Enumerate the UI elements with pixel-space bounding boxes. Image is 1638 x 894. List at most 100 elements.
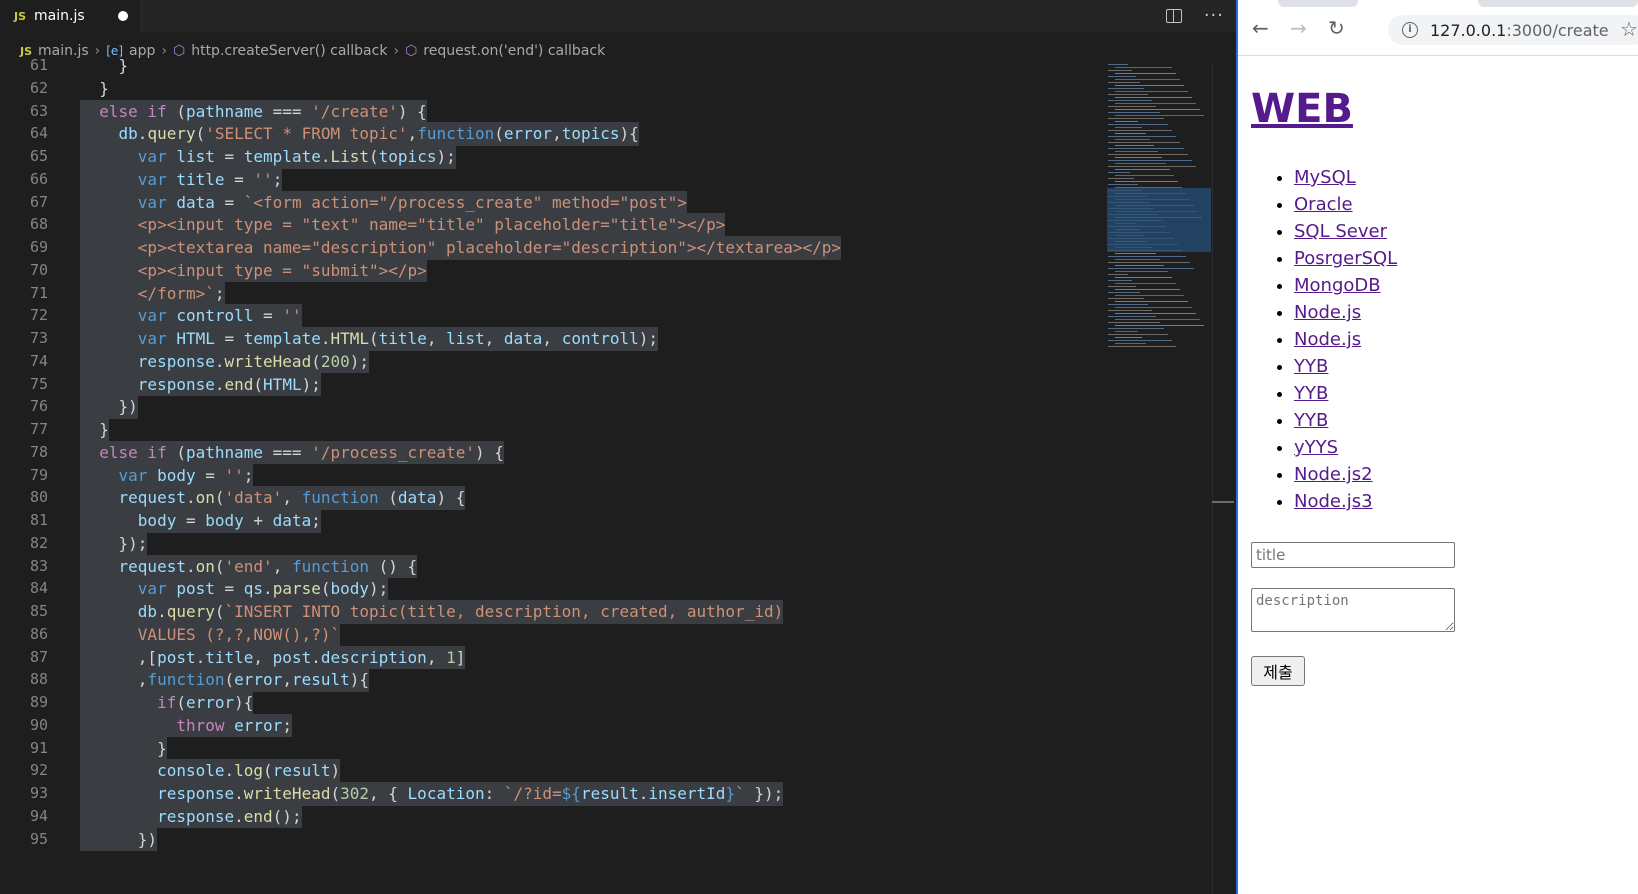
code-text: request.on('end', function () { xyxy=(80,554,418,579)
code-line[interactable]: 68 <p><input type = "text" name="title" … xyxy=(0,213,1100,237)
topic-link[interactable]: YYB xyxy=(1294,383,1328,404)
code-text: else if (pathname === '/create') { xyxy=(80,99,427,124)
topic-link[interactable]: SQL Sever xyxy=(1294,221,1387,242)
minimap-line xyxy=(1108,100,1152,101)
code-line[interactable]: 76 }) xyxy=(0,395,1100,419)
bookmark-star-icon[interactable]: ☆ xyxy=(1620,17,1638,41)
more-actions-icon[interactable]: ··· xyxy=(1204,7,1224,25)
code-text: } xyxy=(80,418,109,442)
code-line[interactable]: 94 response.end(); xyxy=(0,804,1100,829)
code-line[interactable]: 85 db.query(`INSERT INTO topic(title, de… xyxy=(0,600,1100,624)
vertical-scrollbar[interactable] xyxy=(1212,64,1227,894)
minimap-line xyxy=(1115,319,1200,320)
topic-link[interactable]: Node.js3 xyxy=(1294,491,1373,512)
line-number: 76 xyxy=(29,397,48,416)
minimap-line xyxy=(1108,172,1130,173)
code-line[interactable]: 89 if(error){ xyxy=(0,691,1100,715)
topic-link[interactable]: MySQL xyxy=(1294,167,1356,188)
title-input[interactable] xyxy=(1251,542,1455,568)
code-line[interactable]: 78 else if (pathname === '/process_creat… xyxy=(0,440,1100,465)
description-textarea[interactable] xyxy=(1251,588,1455,632)
minimap-line xyxy=(1108,304,1148,305)
topic-list: MySQL Oracle SQL Sever PosrgerSQL MongoDB Nod… xyxy=(1262,164,1397,515)
home-link[interactable]: WEB xyxy=(1251,86,1353,132)
code-line[interactable]: 80 request.on('data', function (data) { xyxy=(0,486,1100,510)
code-text: }); xyxy=(80,531,148,556)
topic-link[interactable]: Node.js xyxy=(1294,329,1361,350)
code-line[interactable]: 87 ,[post.title, post.description, 1] xyxy=(0,645,1100,670)
code-line[interactable]: 65 var list = template.List(topics); xyxy=(0,145,1100,169)
code-line[interactable]: 70 <p><input type = "submit"></p> xyxy=(0,258,1100,283)
topic-item: Node.js xyxy=(1294,326,1397,353)
code-line[interactable]: 69 <p><textarea name="description" place… xyxy=(0,236,1100,260)
code-line[interactable]: 62 } xyxy=(0,77,1100,101)
browser-tab[interactable] xyxy=(1478,0,1638,7)
code-editor[interactable]: JS main.js ··· JS main.js › [e] app › ⬡ … xyxy=(0,0,1236,894)
code-line[interactable]: 93 response.writeHead(302, { Location: `… xyxy=(0,782,1100,806)
editor-actions: ··· xyxy=(1165,0,1224,32)
code-line[interactable]: 84 var post = qs.parse(body); xyxy=(0,577,1100,601)
code-line[interactable]: 74 response.writeHead(200); xyxy=(0,349,1100,374)
minimap-viewport[interactable] xyxy=(1107,188,1211,252)
minimap-line xyxy=(1115,145,1154,146)
line-number: 94 xyxy=(29,806,48,825)
tab-main-js[interactable]: JS main.js xyxy=(0,0,140,32)
minimap-line xyxy=(1108,106,1156,107)
topic-link[interactable]: YYB xyxy=(1294,410,1328,431)
address-bar[interactable]: i 127.0.0.1:3000/create xyxy=(1388,15,1638,45)
code-text: } xyxy=(80,736,167,761)
code-line[interactable]: 92 console.log(result) xyxy=(0,759,1100,783)
minimap-line xyxy=(1115,253,1156,254)
code-text: }) xyxy=(80,827,158,852)
topic-link[interactable]: yYYS xyxy=(1294,437,1338,458)
topic-link[interactable]: YYB xyxy=(1294,356,1328,377)
code-line[interactable]: 82 }); xyxy=(0,531,1100,556)
topic-link[interactable]: PosrgerSQL xyxy=(1294,248,1397,269)
code-line[interactable]: 81 body = body + data; xyxy=(0,509,1100,533)
topic-link[interactable]: MongoDB xyxy=(1294,275,1381,296)
topic-item: YYB xyxy=(1294,407,1397,434)
code-line[interactable]: 83 request.on('end', function () { xyxy=(0,554,1100,579)
submit-button[interactable]: 제출 xyxy=(1251,656,1305,686)
minimap-line xyxy=(1115,79,1180,80)
forward-arrow-icon[interactable]: → xyxy=(1290,18,1307,38)
code-area[interactable]: 61 } 62 } 63 else if (pathname === '/creat… xyxy=(0,56,1100,894)
topic-link[interactable]: Node.js xyxy=(1294,302,1361,323)
code-line[interactable]: 64 db.query('SELECT * FROM topic',functi… xyxy=(0,122,1100,146)
code-line[interactable]: 61 } xyxy=(0,54,1100,78)
minimap-line xyxy=(1108,280,1132,281)
unsaved-dot-icon[interactable] xyxy=(118,11,128,21)
code-line[interactable]: 67 var data = `<form action="/process_cr… xyxy=(0,190,1100,215)
topic-link[interactable]: Node.js2 xyxy=(1294,464,1373,485)
minimap-line xyxy=(1108,292,1140,293)
topic-item: PosrgerSQL xyxy=(1294,245,1397,272)
code-line[interactable]: 72 var controll = '' xyxy=(0,304,1100,328)
line-number: 77 xyxy=(29,420,48,438)
topic-link[interactable]: Oracle xyxy=(1294,194,1353,215)
minimap-line xyxy=(1108,328,1164,329)
reload-icon[interactable]: ↻ xyxy=(1328,18,1345,38)
scrollbar-thumb[interactable] xyxy=(1212,501,1234,503)
minimap-line xyxy=(1108,76,1136,77)
code-line[interactable]: 79 var body = ''; xyxy=(0,463,1100,488)
minimap-line xyxy=(1108,184,1138,185)
minimap-line xyxy=(1115,67,1172,68)
line-number: 74 xyxy=(29,351,48,370)
split-editor-icon[interactable] xyxy=(1165,9,1182,23)
code-line[interactable]: 73 var HTML = template.HTML(title, list,… xyxy=(0,327,1100,351)
code-line[interactable]: 75 response.end(HTML); xyxy=(0,372,1100,397)
minimap-line xyxy=(1108,130,1172,131)
code-line[interactable]: 88 ,function(error,result){ xyxy=(0,668,1100,692)
code-line[interactable]: 91 } xyxy=(0,736,1100,761)
code-line[interactable]: 71 </form>`; xyxy=(0,281,1100,306)
browser-tab[interactable] xyxy=(1278,0,1358,7)
code-line[interactable]: 63 else if (pathname === '/create') { xyxy=(0,99,1100,124)
code-line[interactable]: 66 var title = ''; xyxy=(0,167,1100,192)
info-icon[interactable]: i xyxy=(1402,22,1418,38)
code-line[interactable]: 90 throw error; xyxy=(0,713,1100,738)
code-text: <p><input type = "submit"></p> xyxy=(80,258,427,283)
back-arrow-icon[interactable]: ← xyxy=(1252,18,1269,38)
code-line[interactable]: 86 VALUES (?,?,NOW(),?)` xyxy=(0,622,1100,647)
code-line[interactable]: 77 } xyxy=(0,418,1100,442)
code-line[interactable]: 95 }) xyxy=(0,827,1100,852)
